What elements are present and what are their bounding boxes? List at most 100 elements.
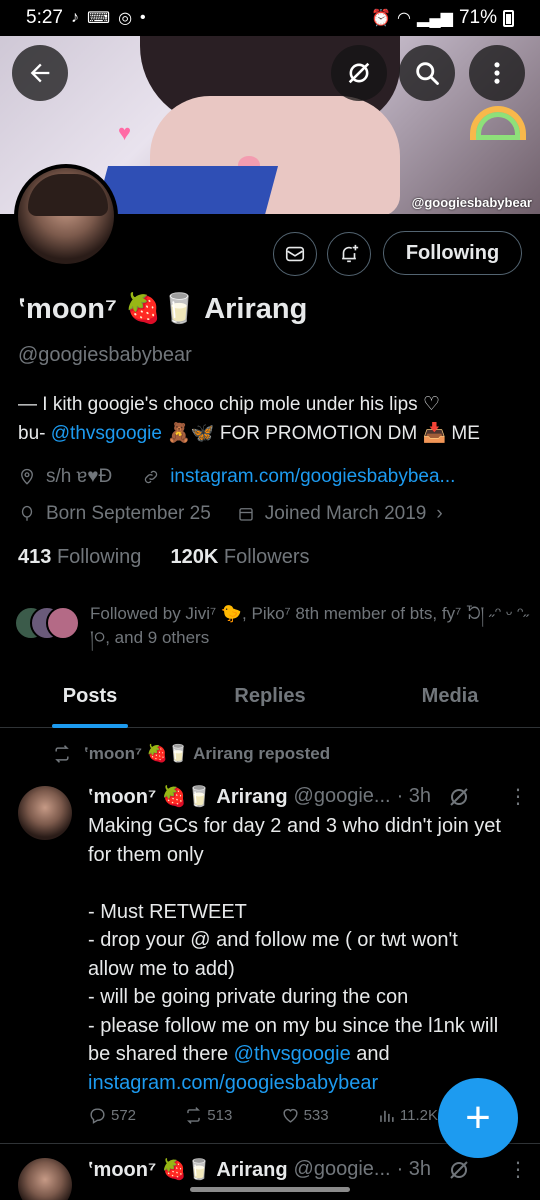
more-vertical-icon bbox=[494, 62, 500, 84]
profile-name: ʽmoon⁷ 🍓🥛 Arirang bbox=[18, 293, 308, 325]
followed-by-avatars bbox=[14, 602, 80, 640]
following-label: Following bbox=[56, 546, 142, 568]
link-icon bbox=[145, 470, 158, 484]
bio-suffix: 🧸🦋 FOR PROMOTION DM 📥 ME bbox=[161, 423, 480, 444]
compose-button[interactable]: + bbox=[438, 1078, 518, 1158]
chevron-right-icon[interactable]: › bbox=[436, 503, 442, 525]
plus-icon: + bbox=[465, 1093, 491, 1142]
tab-posts[interactable]: Posts bbox=[0, 666, 180, 728]
arrow-left-icon bbox=[30, 63, 50, 83]
repost-indicator: ʽmoon⁷ 🍓🥛 Arirang reposted bbox=[52, 744, 330, 764]
battery-percent: 71% bbox=[458, 7, 497, 28]
retweet-count: 513 bbox=[207, 1107, 233, 1124]
heart-sticker-icon: ♥ bbox=[118, 120, 132, 145]
bio-prefix: bu- bbox=[18, 423, 51, 444]
status-time: 5:27 bbox=[26, 7, 63, 28]
views-count: 11.2K bbox=[399, 1107, 438, 1124]
rainbow-sticker-icon bbox=[470, 106, 526, 140]
profile-handle: @googiesbabybear bbox=[18, 344, 192, 366]
bell-plus-icon bbox=[342, 244, 359, 263]
tweet-author[interactable]: ʽmoon⁷ 🍓🥛 Arirang bbox=[88, 784, 288, 809]
tweet-text: Making GCs for day 2 and 3 who didn't jo… bbox=[88, 812, 508, 1097]
grok-icon[interactable] bbox=[447, 1158, 471, 1182]
reply-icon bbox=[90, 1108, 105, 1124]
tweet-author[interactable]: ʽmoon⁷ 🍓🥛 Arirang bbox=[88, 1157, 288, 1182]
followers-count: 120K bbox=[170, 546, 219, 568]
tweet-line: - will be going private during the con bbox=[88, 986, 409, 1008]
views-icon bbox=[380, 1110, 394, 1122]
profile-meta-row-2: Born September 25 Joined March 2019 › bbox=[18, 503, 443, 525]
retweet-icon bbox=[187, 1107, 201, 1124]
tweet-header: ʽmoon⁷ 🍓🥛 Arirang @googie... · 3h ⋮ bbox=[88, 1157, 528, 1182]
profile-birthday: Born September 25 bbox=[46, 503, 211, 524]
message-button[interactable] bbox=[273, 232, 317, 276]
tiktok-icon: ♪ bbox=[70, 9, 79, 26]
bio-mention-link[interactable]: @thvsgoogie bbox=[51, 423, 162, 444]
location-pin-icon bbox=[21, 468, 33, 485]
grok-icon bbox=[348, 62, 370, 84]
grok-button[interactable] bbox=[331, 45, 387, 101]
profile-meta-row-1: s/h ɐ♥Ɖ instagram.com/googiesbabybea... bbox=[18, 466, 455, 488]
dot-icon: • bbox=[140, 9, 146, 26]
alarm-icon: ⏰ bbox=[371, 10, 392, 27]
tweet-line: - Must RETWEET bbox=[88, 900, 247, 923]
keyboard-icon: ⌨ bbox=[86, 10, 111, 27]
envelope-icon bbox=[285, 246, 305, 262]
followers-label: Followers bbox=[223, 546, 310, 568]
grok-icon[interactable] bbox=[447, 785, 471, 809]
gesture-nav-bar[interactable] bbox=[190, 1187, 350, 1192]
retweet-button[interactable]: 513 bbox=[184, 1106, 232, 1125]
status-bar: 5:27 ♪ ⌨ ◎ • ⏰ ◠ ▂▄▆ 71% bbox=[0, 0, 540, 36]
tweet-more-icon[interactable]: ⋮ bbox=[508, 1157, 528, 1182]
following-count-link[interactable]: 413 Following bbox=[18, 546, 141, 568]
views-button[interactable]: 11.2K bbox=[377, 1106, 438, 1125]
following-count: 413 bbox=[18, 546, 52, 568]
profile-joined: Joined March 2019 bbox=[264, 503, 427, 524]
followed-by-text: Followed by Jivi⁷ 🐤, Piko⁷ 8th member of… bbox=[90, 604, 530, 647]
bio-line-1: — I kith googie's choco chip mole under … bbox=[18, 394, 440, 415]
tweet-more-icon[interactable]: ⋮ bbox=[508, 784, 528, 809]
signal-icon: ▂▄▆ bbox=[417, 10, 453, 27]
instagram-icon: ◎ bbox=[118, 10, 133, 27]
tweet-line: Making GCs for day 2 and 3 who didn't jo… bbox=[88, 815, 501, 866]
tweet-header: ʽmoon⁷ 🍓🥛 Arirang @googie... · 3h ⋮ bbox=[88, 784, 528, 809]
tweet-time[interactable]: · 3h bbox=[397, 1158, 431, 1181]
profile-avatar[interactable] bbox=[14, 164, 118, 268]
tweet-line: - please follow me on my bu since the l1… bbox=[88, 1014, 499, 1066]
search-button[interactable] bbox=[399, 45, 455, 101]
banner-watermark: @googiesbabybear bbox=[411, 195, 532, 210]
calendar-icon bbox=[239, 508, 253, 521]
battery-icon bbox=[503, 9, 514, 27]
wifi-icon: ◠ bbox=[397, 10, 412, 27]
tweet-avatar[interactable] bbox=[18, 786, 72, 840]
followers-count-link[interactable]: 120K Followers bbox=[171, 546, 310, 568]
tweet-handle[interactable]: @googie... bbox=[294, 785, 391, 808]
repost-label: ʽmoon⁷ 🍓🥛 Arirang reposted bbox=[84, 744, 331, 763]
tweet-actions: 572 513 533 11.2K bbox=[88, 1106, 438, 1125]
more-options-button[interactable] bbox=[469, 45, 525, 101]
profile-location: s/h ɐ♥Ɖ bbox=[46, 466, 113, 487]
profile-counts: 413 Following 120K Followers bbox=[18, 546, 310, 569]
followed-by[interactable]: Followed by Jivi⁷ 🐤, Piko⁷ 8th member of… bbox=[14, 602, 534, 650]
tweet-avatar[interactable] bbox=[18, 1158, 72, 1200]
notify-button[interactable] bbox=[327, 232, 371, 276]
like-button[interactable]: 533 bbox=[281, 1106, 329, 1125]
profile-website-link[interactable]: instagram.com/googiesbabybea... bbox=[170, 466, 455, 488]
reply-button[interactable]: 572 bbox=[88, 1106, 136, 1125]
back-button[interactable] bbox=[12, 45, 68, 101]
tweet-handle[interactable]: @googie... bbox=[294, 1158, 391, 1181]
balloon-icon bbox=[21, 505, 33, 521]
tweet-line: - drop your @ and follow me ( or twt won… bbox=[88, 929, 458, 980]
tab-replies[interactable]: Replies bbox=[180, 666, 360, 727]
tweet-time[interactable]: · 3h bbox=[397, 785, 431, 808]
heart-icon bbox=[283, 1108, 298, 1123]
tweet-mention-link[interactable]: @thvsgoogie bbox=[234, 1043, 351, 1065]
profile-bio: — I kith googie's choco chip mole under … bbox=[18, 390, 528, 448]
following-button[interactable]: Following bbox=[383, 231, 522, 275]
profile-tabs: Posts Replies Media bbox=[0, 666, 540, 728]
tab-media[interactable]: Media bbox=[360, 666, 540, 727]
search-icon bbox=[416, 62, 439, 85]
like-count: 533 bbox=[303, 1107, 329, 1124]
reply-count: 572 bbox=[111, 1107, 137, 1124]
tweet-url-link[interactable]: instagram.com/googiesbabybear bbox=[88, 1069, 508, 1098]
